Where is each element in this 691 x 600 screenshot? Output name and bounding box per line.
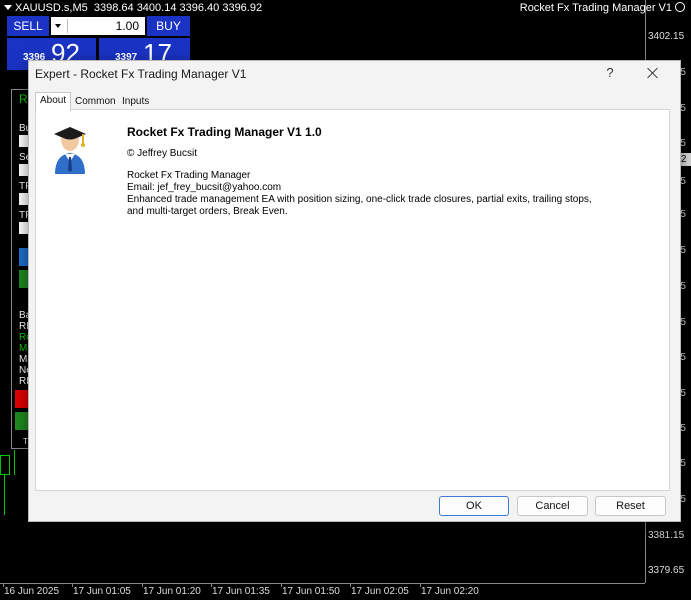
- dialog-title: Expert - Rocket Fx Trading Manager V1: [35, 67, 247, 81]
- time-label: 17 Jun 01:50: [282, 586, 340, 597]
- volume-value: 1.00: [115, 19, 139, 33]
- time-label: 17 Jun 02:20: [421, 586, 479, 597]
- close-icon[interactable]: [644, 64, 662, 82]
- expert-properties-dialog: Expert - Rocket Fx Trading Manager V1 ? …: [28, 60, 681, 522]
- description-line: Rocket Fx Trading Manager: [127, 170, 251, 181]
- volume-decrease-icon[interactable]: [55, 24, 61, 28]
- description-line: Enhanced trade management EA with positi…: [127, 194, 592, 205]
- time-label: 17 Jun 02:05: [351, 586, 409, 597]
- time-label: 16 Jun 2025: [4, 586, 60, 597]
- tab-inputs[interactable]: Inputs: [118, 94, 153, 110]
- about-tab-pane: Rocket Fx Trading Manager V1 1.0 © Jeffr…: [35, 109, 670, 491]
- tab-common[interactable]: Common: [71, 94, 120, 110]
- price-label: 3402.15: [648, 31, 685, 42]
- candle: [0, 455, 10, 475]
- cancel-button[interactable]: Cancel: [517, 496, 588, 516]
- candle-wick: [14, 450, 15, 475]
- price-label: 3381.15: [648, 530, 685, 541]
- time-label: 17 Jun 01:05: [73, 586, 131, 597]
- chart-menu-triangle-icon[interactable]: [4, 5, 12, 10]
- volume-field[interactable]: 1.00: [51, 17, 145, 35]
- expert-graduate-icon: [50, 124, 90, 174]
- price-label: 3379.65: [648, 565, 685, 576]
- time-label: 17 Jun 01:20: [143, 586, 201, 597]
- time-axis: [0, 583, 645, 584]
- program-description: Rocket Fx Trading Manager Email: jef_fre…: [127, 170, 592, 218]
- ok-button[interactable]: OK: [439, 496, 509, 516]
- tab-about[interactable]: About: [35, 92, 72, 111]
- volume-separator: [67, 19, 68, 33]
- chart-ohlc: 3398.64 3400.14 3396.40 3396.92: [93, 2, 263, 14]
- description-line: and multi-target orders, Break Even.: [127, 206, 288, 217]
- buy-button[interactable]: BUY: [147, 16, 190, 36]
- program-name: Rocket Fx Trading Manager V1 1.0: [127, 125, 322, 139]
- time-label: 17 Jun 01:35: [212, 586, 270, 597]
- copyright-text: © Jeffrey Bucsit: [127, 148, 197, 159]
- help-button[interactable]: ?: [603, 64, 617, 82]
- description-line: Email: jef_frey_bucsit@yahoo.com: [127, 182, 282, 193]
- sell-button[interactable]: SELL: [7, 16, 49, 36]
- candle-wick: [4, 475, 5, 515]
- chart-symbol-header: XAUUSD.s,M5 3398.64 3400.14 3396.40 3396…: [4, 2, 262, 14]
- reset-button[interactable]: Reset: [595, 496, 666, 516]
- ea-panel-label: R: [19, 92, 28, 106]
- chart-symbol: XAUUSD.s,M5: [15, 2, 88, 14]
